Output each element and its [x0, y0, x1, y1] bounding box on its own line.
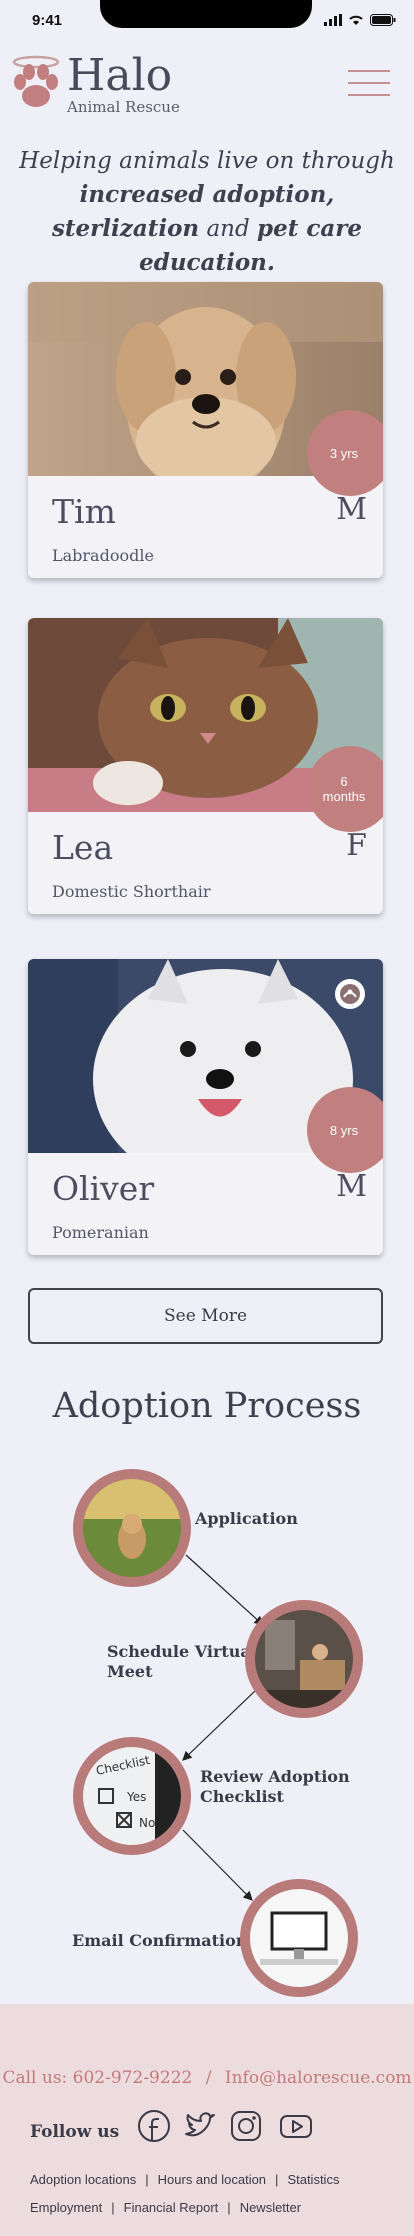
step-virtual-meet-circle[interactable]	[245, 1600, 363, 1718]
youtube-icon[interactable]	[278, 2108, 314, 2144]
contact-line: Call us: 602-972-9222 / Info@halorescue.…	[0, 2068, 414, 2088]
link-employment[interactable]: Employment	[30, 2200, 102, 2215]
step-email-circle[interactable]	[240, 1879, 358, 1997]
pet-name: Oliver	[52, 1169, 155, 1208]
footer-links-row-1: Adoption locations | Hours and location | St…	[30, 2172, 340, 2187]
pet-card-lea[interactable]: 6 months Lea F Domestic Shorthair	[28, 618, 383, 914]
tagline-and: and	[199, 216, 258, 242]
halo-paw-logo-icon[interactable]	[8, 54, 64, 112]
step-checklist-circle[interactable]: Checklist Yes No	[73, 1737, 191, 1855]
link-newsletter[interactable]: Newsletter	[240, 2200, 301, 2215]
checklist-note-yes: Yes	[126, 1790, 146, 1804]
site-footer: Call us: 602-972-9222 / Info@halorescue.…	[0, 2004, 414, 2236]
wifi-icon	[349, 15, 363, 25]
arrow-step3-to-step4	[182, 1829, 253, 1901]
email-link[interactable]: Info@halorescue.com	[225, 2068, 412, 2088]
pet-breed: Labradoodle	[52, 546, 154, 565]
step-checklist-label: Review Adoption Checklist	[200, 1767, 350, 1806]
tagline-line-2: increased adoption,	[79, 181, 335, 208]
step-application-label: Application	[195, 1509, 298, 1528]
menu-line-icon	[348, 82, 390, 84]
computer-photo-icon	[250, 1889, 348, 1987]
link-statistics[interactable]: Statistics	[287, 2172, 339, 2187]
process-arrows	[182, 1554, 264, 1901]
step-email-label: Email Confirmation	[72, 1931, 248, 1950]
instagram-icon[interactable]	[228, 2108, 264, 2144]
step-virtual-meet-label: Schedule Virtual Meet	[107, 1642, 257, 1681]
checklist-photo-icon: Checklist Yes No	[83, 1747, 181, 1845]
pet-breed: Domestic Shorthair	[52, 882, 211, 901]
pet-sex: M	[336, 492, 367, 527]
pet-breed: Pomeranian	[52, 1223, 149, 1242]
link-hours-location[interactable]: Hours and location	[158, 2172, 266, 2187]
pet-sex: F	[346, 828, 367, 863]
follow-us-label: Follow us	[30, 2122, 120, 2142]
pet-name: Lea	[52, 828, 114, 867]
brand-name[interactable]: Halo	[67, 50, 172, 101]
menu-line-icon	[348, 70, 390, 72]
pet-age-badge: 3 yrs	[307, 410, 383, 496]
tagline-line-1: Helping animals live on through	[19, 148, 395, 174]
brand-subtitle: Animal Rescue	[67, 98, 180, 116]
status-time: 9:41	[32, 12, 63, 29]
pet-age-badge: 8 yrs	[307, 1087, 383, 1173]
adoption-process-title: Adoption Process	[52, 1386, 362, 1426]
menu-line-icon	[348, 94, 390, 96]
contact-divider: /	[205, 2068, 212, 2088]
video-meet-photo-icon	[255, 1610, 353, 1708]
signal-icon	[324, 14, 342, 26]
pet-name: Tim	[52, 492, 116, 531]
footer-links-row-2: Employment | Financial Report | Newsletter	[30, 2200, 302, 2215]
step-application-circle[interactable]	[73, 1469, 191, 1587]
device-notch	[100, 0, 312, 28]
status-bar: 9:41	[0, 0, 414, 36]
tagline-sterilization: sterlization	[51, 215, 200, 242]
care-hands-icon[interactable]	[335, 979, 365, 1009]
dog-photo-icon	[83, 1479, 181, 1577]
pet-age-badge: 6 months	[307, 746, 383, 832]
pet-sex: M	[336, 1169, 367, 1204]
phone-link[interactable]: Call us: 602-972-9222	[2, 2068, 192, 2088]
hamburger-menu-button[interactable]	[348, 70, 390, 96]
link-adoption-locations[interactable]: Adoption locations	[30, 2172, 136, 2187]
twitter-icon[interactable]	[182, 2108, 218, 2144]
system-icons	[324, 14, 396, 26]
facebook-icon[interactable]	[136, 2108, 172, 2144]
site-header: Halo Animal Rescue	[0, 48, 414, 122]
arrow-step1-to-step2	[185, 1554, 264, 1626]
mission-tagline: Helping animals live on through increase…	[0, 144, 414, 280]
link-financial-report[interactable]: Financial Report	[124, 2200, 219, 2215]
see-more-button[interactable]: See More	[28, 1288, 383, 1344]
pet-card-tim[interactable]: 3 yrs Tim M Labradoodle	[28, 282, 383, 578]
checklist-note-no: No	[139, 1816, 155, 1830]
arrow-step2-to-step3	[182, 1689, 257, 1761]
pet-card-oliver[interactable]: 8 yrs Oliver M Pomeranian	[28, 959, 383, 1255]
battery-icon	[370, 14, 396, 26]
